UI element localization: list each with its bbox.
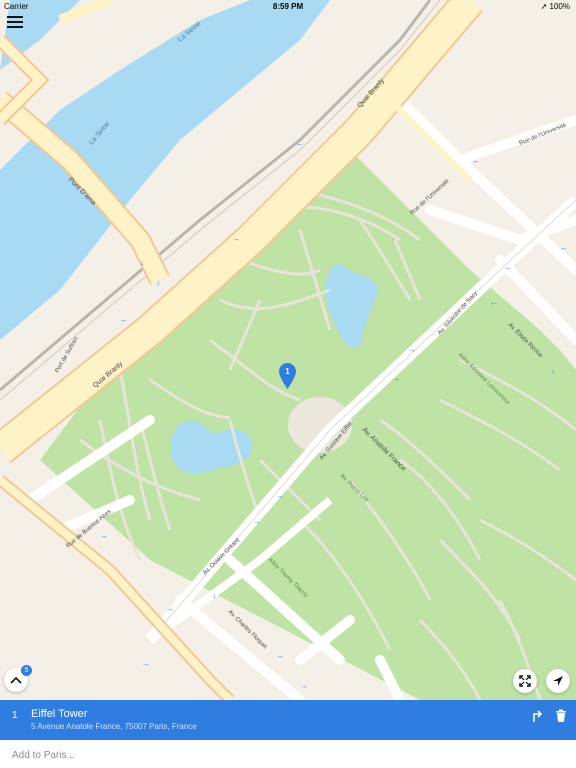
chevron-up-icon — [10, 676, 22, 684]
stop-address: 5 Avenue Anatole France, 75007 Paris, Fr… — [31, 722, 197, 731]
stop-row[interactable]: 1 Eiffel Tower 5 Avenue Anatole France, … — [0, 700, 576, 740]
battery-level: ➚ 100% — [540, 2, 570, 11]
add-destination-input[interactable] — [10, 746, 554, 764]
svg-text:→: → — [142, 659, 150, 668]
svg-text:→: → — [166, 604, 174, 613]
directions-button[interactable] — [530, 709, 544, 723]
locate-button[interactable] — [546, 669, 570, 693]
trash-icon — [556, 709, 566, 722]
svg-text:→: → — [276, 651, 284, 660]
fit-all-button[interactable] — [513, 669, 537, 693]
location-status-icon: ➚ — [540, 2, 548, 11]
map-pin[interactable]: 1 — [279, 363, 296, 389]
svg-text:↓: ↓ — [551, 366, 555, 375]
add-destination-bar — [0, 740, 576, 768]
svg-text:→: → — [392, 374, 400, 383]
svg-text:→: → — [408, 345, 416, 354]
map-canvas: ← → ← ↓ ↓ → → → ← ← ← ↓ → → ↓ → → → → → … — [0, 0, 576, 700]
svg-text:↓: ↓ — [212, 591, 216, 600]
svg-text:→: → — [276, 491, 284, 500]
svg-text:←: ← — [490, 298, 498, 307]
svg-text:←: ← — [296, 139, 304, 148]
svg-text:←: ← — [472, 156, 480, 165]
svg-text:↓: ↓ — [156, 278, 160, 287]
svg-text:↓: ↓ — [140, 258, 144, 267]
stop-index: 1 — [12, 710, 18, 721]
svg-text:→: → — [100, 531, 108, 540]
svg-text:→: → — [300, 681, 308, 690]
map-view[interactable]: ← → ← ↓ ↓ → → → ← ← ← ↓ → → ↓ → → → → → … — [0, 0, 576, 700]
stop-name: Eiffel Tower — [31, 708, 88, 720]
svg-text:←: ← — [120, 315, 128, 324]
svg-text:←: ← — [560, 243, 568, 252]
svg-text:→: → — [503, 263, 511, 272]
location-arrow-icon — [553, 676, 563, 686]
status-bar: Carrier 8:59 PM ➚ 100% — [0, 0, 576, 13]
directions-icon — [533, 710, 543, 722]
expand-icon — [519, 675, 531, 687]
menu-icon[interactable] — [7, 14, 23, 28]
svg-text:→: → — [253, 517, 261, 526]
delete-button[interactable] — [555, 709, 569, 723]
stop-count-badge: 5 — [21, 665, 32, 676]
svg-text:→: → — [232, 234, 240, 243]
status-time: 8:59 PM — [272, 2, 304, 11]
pin-number: 1 — [285, 367, 290, 376]
